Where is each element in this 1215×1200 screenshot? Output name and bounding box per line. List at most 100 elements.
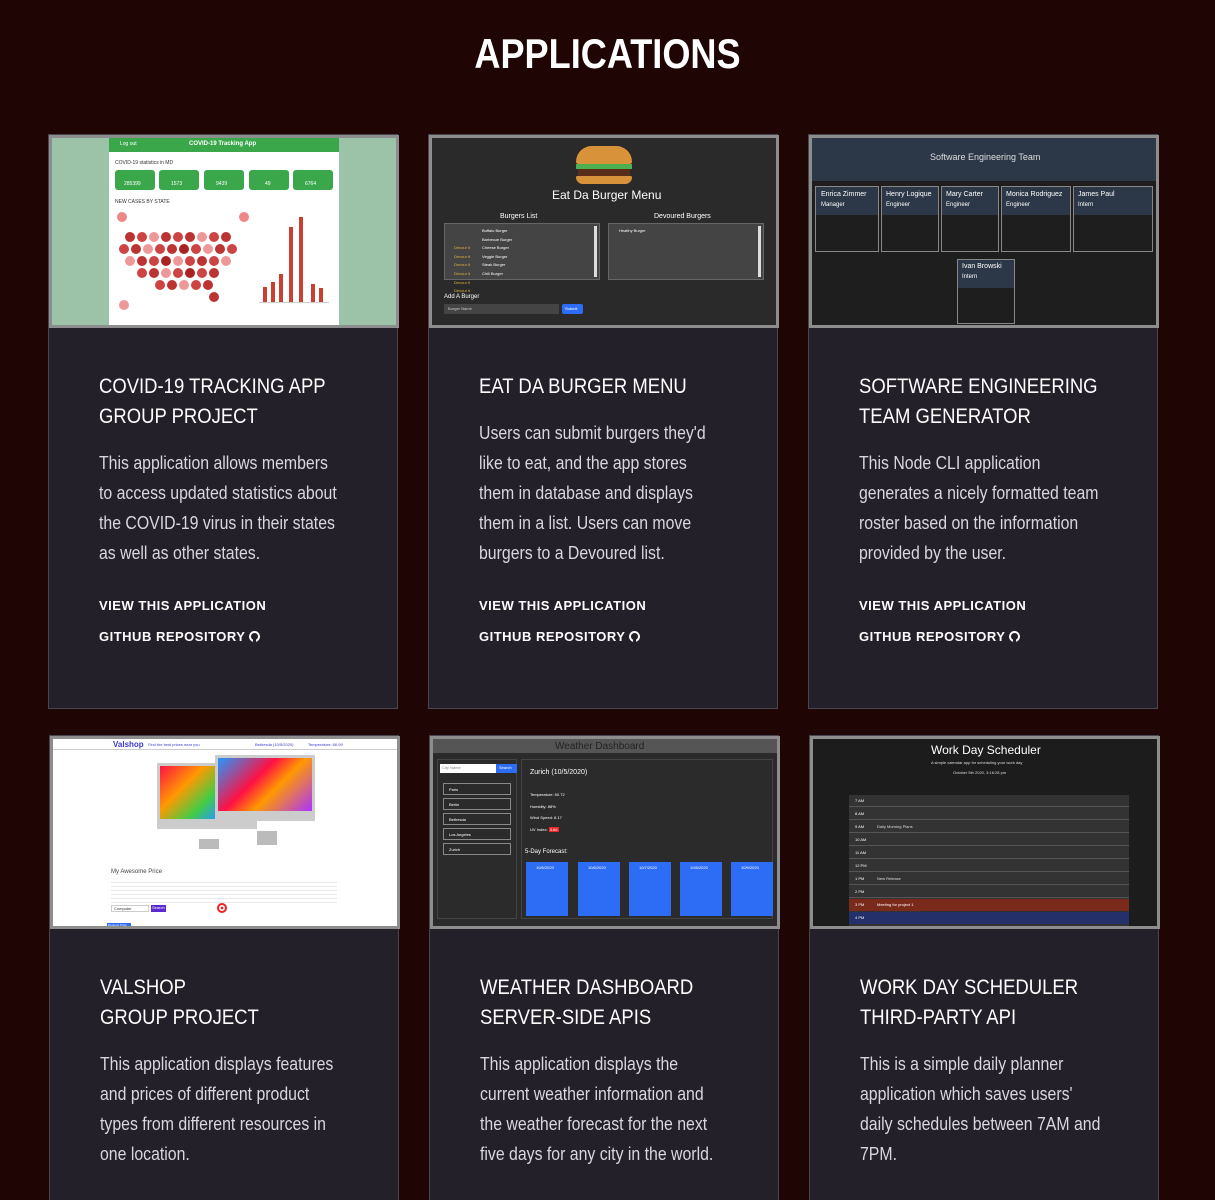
github-repository-link[interactable]: GITHUB REPOSITORY <box>479 629 727 644</box>
burger-item: Barbecue Burger <box>482 236 513 242</box>
title-line: THIRD-PARTY API <box>860 1006 1017 1029</box>
card-description: This application allows members to acces… <box>99 448 350 568</box>
hour-label: 7 AM <box>855 798 865 803</box>
project-thumbnail[interactable]: Log out COVID-19 Tracking App COVID-19 s… <box>49 135 399 328</box>
city-item[interactable]: Zurich <box>449 847 460 852</box>
hour-label: 2 PM <box>855 889 865 894</box>
stat-value: 6764 <box>305 181 317 187</box>
city-item[interactable]: Los Angeles <box>449 832 471 837</box>
project-card: Weather Dashboard City Name Search Paris… <box>429 735 780 1200</box>
project-thumbnail[interactable]: Eat Da Burger Menu Burgers List Devoured… <box>429 135 779 328</box>
project-card: Software Engineering Team Enrica Zimmer … <box>808 134 1159 709</box>
target-icon <box>217 903 227 913</box>
github-icon <box>1009 631 1021 642</box>
city-input[interactable]: City Name <box>442 765 461 770</box>
stat-value: 9439 <box>216 181 228 187</box>
desc-line: types from different resources in <box>100 1114 326 1134</box>
desc-line: them in a list. Users can move <box>479 513 692 533</box>
card-description: This Node CLI application generates a ni… <box>859 448 1110 568</box>
hour-label: 8 AM <box>855 811 865 816</box>
burgers-list-label: Burgers List <box>500 213 538 220</box>
tagline: Find the best prices near you <box>148 742 200 747</box>
brand-logo: Valshop <box>113 740 144 749</box>
schedule-note[interactable]: Meeting for project 1 <box>877 902 913 907</box>
forecast-date: 10/8/2020 <box>690 865 708 870</box>
devour-button[interactable]: Devour it <box>454 253 470 262</box>
burger-item: Buffalo Burger <box>482 228 508 233</box>
view-application-link[interactable]: VIEW THIS APPLICATION <box>479 598 727 613</box>
search-button[interactable]: Search <box>152 905 165 910</box>
title-line: VALSHOP <box>100 976 186 999</box>
github-repository-link[interactable]: GITHUB REPOSITORY <box>99 629 347 644</box>
search-button[interactable]: Search <box>499 765 512 770</box>
project-thumbnail[interactable]: Weather Dashboard City Name Search Paris… <box>430 736 780 929</box>
thumb-subheading: A simple calendar app for scheduling you… <box>931 760 1023 765</box>
hex-map <box>115 210 255 310</box>
desc-line: to access updated statistics about <box>99 483 337 503</box>
city-item[interactable]: Bethesda <box>449 817 466 822</box>
schedule-note[interactable]: New Release <box>877 876 901 881</box>
burger-name-input[interactable]: Burger Name <box>448 306 472 311</box>
project-card: Valshop Find the best prices near you Be… <box>49 735 400 1200</box>
desc-line: one location. <box>100 1144 190 1164</box>
stat-value: 285399 <box>124 181 141 187</box>
forecast-date: 10/9/2020 <box>741 865 759 870</box>
desc-line: roster based on the information <box>859 513 1079 533</box>
project-thumbnail[interactable]: Work Day Scheduler A simple calendar app… <box>810 736 1160 929</box>
card-body: COVID-19 TRACKING APP GROUP PROJECT This… <box>49 328 397 644</box>
thumb-heading: Eat Da Burger Menu <box>552 188 662 202</box>
devour-button[interactable]: Devour it <box>454 279 470 288</box>
devour-button[interactable]: Devour it <box>454 270 470 279</box>
imac-image <box>157 755 317 851</box>
desc-line: daily schedules between 7AM and <box>860 1114 1101 1134</box>
title-line: WEATHER DASHBOARD <box>480 976 694 999</box>
card-title: SOFTWARE ENGINEERING TEAM GENERATOR <box>859 372 1098 432</box>
card-body: WEATHER DASHBOARD SERVER-SIDE APIS This … <box>430 929 778 1169</box>
title-line: SOFTWARE ENGINEERING <box>859 375 1098 398</box>
burger-list: Buffalo Burger Barbecue Burger Cheese Burg… <box>482 227 512 279</box>
forecast-date: 10/6/2020 <box>588 865 606 870</box>
city-item[interactable]: Berlin <box>449 802 459 807</box>
logout-label: Log out <box>120 141 137 147</box>
add-burger-label: Add A Burger <box>444 294 480 300</box>
project-thumbnail[interactable]: Valshop Find the best prices near you Be… <box>50 736 400 929</box>
devour-button[interactable]: Devour it <box>454 244 470 253</box>
view-application-link[interactable]: VIEW THIS APPLICATION <box>99 598 347 613</box>
forecast-date: 10/6/2020 <box>536 865 554 870</box>
desc-line: burgers to a Devoured list. <box>479 543 665 563</box>
schedule-note[interactable]: Daily Morning Plans <box>877 824 913 829</box>
city-item[interactable]: Paris <box>449 787 458 792</box>
title-line: COVID-19 TRACKING APP <box>99 375 326 398</box>
submit-button[interactable]: Submit <box>565 306 577 311</box>
weather-stat: Wind Speed: 8.17 <box>530 815 562 820</box>
desc-line: as well as other states. <box>99 543 261 563</box>
desc-line: This application displays features <box>100 1054 334 1074</box>
desc-line: current weather information and <box>480 1084 704 1104</box>
card-description: This application displays the current we… <box>480 1049 731 1169</box>
project-card: Work Day Scheduler A simple calendar app… <box>809 735 1160 1200</box>
desc-line: five days for any city in the world. <box>480 1144 714 1164</box>
hour-label: 9 AM <box>855 824 865 829</box>
github-repository-link[interactable]: GITHUB REPOSITORY <box>859 629 1107 644</box>
price-heading: My Awesome Price <box>111 869 162 875</box>
thumb-heading: Weather Dashboard <box>555 741 645 752</box>
title-line: GROUP PROJECT <box>100 1006 259 1029</box>
location-text: Bethesda (10/5/2020) <box>255 742 294 747</box>
card-body: EAT DA BURGER MENU Users can submit burg… <box>429 328 777 644</box>
category-select[interactable]: Computer <box>114 906 132 911</box>
view-application-link[interactable]: VIEW THIS APPLICATION <box>859 598 1107 613</box>
title-line: WORK DAY SCHEDULER <box>860 976 1079 999</box>
card-body: SOFTWARE ENGINEERING TEAM GENERATOR This… <box>809 328 1157 644</box>
request-price-button[interactable]: Request Price <box>108 923 127 926</box>
project-thumbnail[interactable]: Software Engineering Team Enrica Zimmer … <box>809 135 1159 328</box>
devour-button[interactable]: Devour it <box>454 261 470 270</box>
weather-stat: UV Index: <box>530 826 548 832</box>
member-role: Intern <box>962 274 978 280</box>
title-line: EAT DA BURGER MENU <box>479 375 687 398</box>
burger-icon <box>576 146 632 186</box>
member-name: Enrica Zimmer <box>821 191 867 198</box>
weather-stat: Temperature: 50.72 <box>530 792 565 797</box>
section-title: APPLICATIONS <box>474 30 741 77</box>
burger-item: Steak Burger <box>482 262 506 268</box>
member-name: Ivan Browski <box>962 263 1002 270</box>
